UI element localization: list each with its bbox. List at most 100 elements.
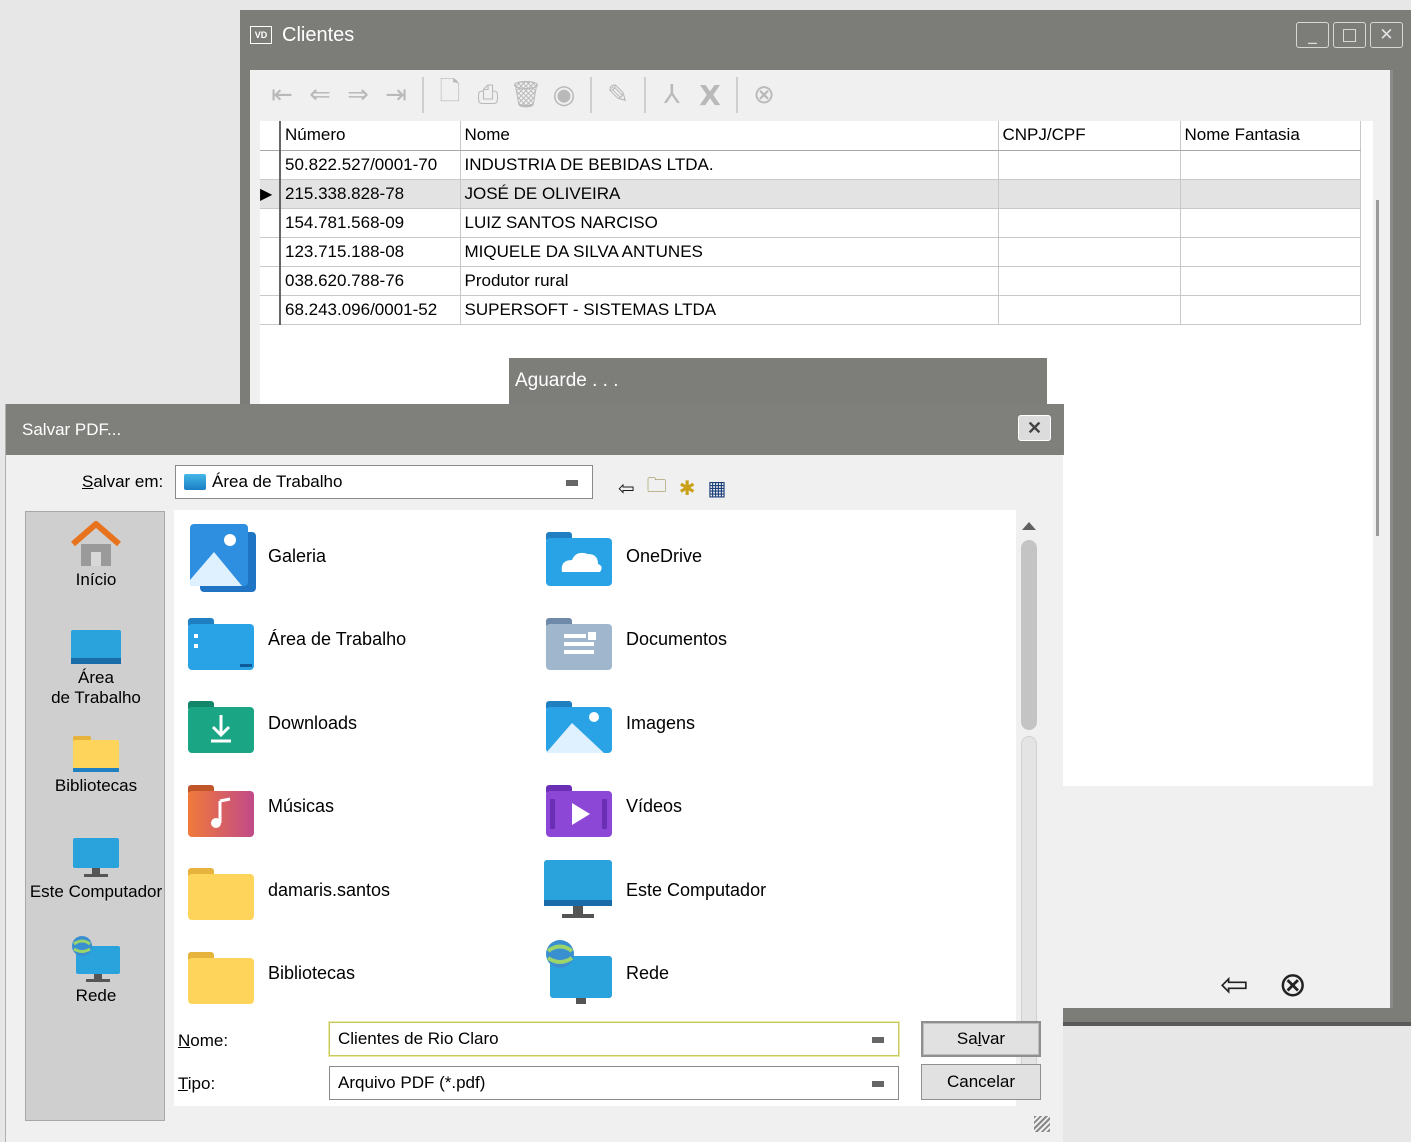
excel-icon[interactable]: X [692, 78, 728, 112]
cell-numero[interactable]: 154.781.568-09 [280, 208, 461, 238]
dropdown-icon[interactable] [872, 1081, 884, 1087]
cell-nome[interactable]: Produtor rural [460, 266, 999, 296]
up-folder-icon[interactable]: 🗀 [647, 471, 667, 505]
cell-numero[interactable]: 50.822.527/0001-70 [280, 150, 461, 180]
save-dialog-title-bar[interactable]: Salvar PDF... [6, 404, 1064, 455]
list-item[interactable]: Músicas [184, 771, 334, 843]
list-item[interactable]: Bibliotecas [184, 938, 355, 1010]
list-item[interactable]: Galeria [184, 520, 326, 592]
cell-numero[interactable]: 123.715.188-08 [280, 237, 461, 267]
file-list: Galeria OneDrive Área de Trabalho Documento… [174, 510, 1016, 1106]
table-row[interactable]: 68.243.096/0001-52 SUPERSOFT - SISTEMAS L… [260, 295, 1361, 325]
file-list-scrollbar[interactable] [1016, 510, 1042, 1106]
last-icon[interactable]: ⇥ [378, 78, 414, 112]
list-item[interactable]: Documentos [542, 604, 727, 676]
cell-nome[interactable]: MIQUELE DA SILVA ANTUNES [460, 237, 999, 267]
cell-nome[interactable]: JOSÉ DE OLIVEIRA [460, 179, 999, 209]
type-label: Tipo: [178, 1074, 216, 1093]
list-item[interactable]: Área de Trabalho [184, 604, 406, 676]
place-label: Início [75, 570, 117, 589]
edit-icon[interactable]: ✎ [600, 78, 636, 112]
place-home[interactable]: Início [26, 520, 166, 590]
cell-nome[interactable]: SUPERSOFT - SISTEMAS LTDA [460, 295, 999, 325]
col-numero[interactable]: Número [280, 121, 461, 151]
aguarde-dialog: Aguarde . . . [509, 358, 1047, 404]
cell-cnpj[interactable] [998, 179, 1181, 209]
close-circle-icon[interactable]: ⊗ [1279, 965, 1308, 1005]
list-item[interactable]: Downloads [184, 687, 357, 759]
libraries-folder-icon [184, 938, 256, 1010]
new-folder-icon[interactable]: ✱ [679, 476, 696, 500]
back-icon[interactable]: ⇦ [618, 476, 635, 500]
dropdown-icon[interactable] [872, 1037, 884, 1043]
list-item[interactable]: OneDrive [542, 520, 702, 592]
file-type-value: Arquivo PDF (*.pdf) [338, 1073, 486, 1092]
cell-cnpj[interactable] [998, 237, 1181, 267]
cell-fantasia[interactable] [1180, 208, 1361, 238]
row-indicator [260, 237, 281, 267]
cell-fantasia[interactable] [1180, 266, 1361, 296]
cell-fantasia[interactable] [1180, 295, 1361, 325]
place-computer[interactable]: Este Computador [26, 836, 166, 902]
resize-grip-icon[interactable] [1034, 1116, 1050, 1132]
list-item[interactable]: Vídeos [542, 771, 682, 843]
maximize-icon[interactable]: □ [1333, 22, 1366, 48]
delete-icon[interactable]: 🗑 [508, 78, 544, 112]
col-nome[interactable]: Nome [460, 121, 999, 151]
back-arrow-icon[interactable]: ⇦ [1220, 965, 1249, 1005]
cell-numero[interactable]: 68.243.096/0001-52 [280, 295, 461, 325]
close-icon[interactable]: ✕ [1018, 415, 1051, 441]
cell-numero[interactable]: 038.620.788-76 [280, 266, 461, 296]
desktop-folder-icon [184, 474, 206, 490]
table-row[interactable]: 154.781.568-09 LUIZ SANTOS NARCISO [260, 208, 1361, 238]
first-icon[interactable]: ⇤ [264, 78, 300, 112]
list-item-label: Imagens [626, 712, 696, 733]
col-fantasia[interactable]: Nome Fantasia [1180, 121, 1361, 151]
scroll-up-icon[interactable] [1022, 522, 1036, 530]
cell-cnpj[interactable] [998, 208, 1181, 238]
cell-cnpj[interactable] [998, 266, 1181, 296]
scroll-thumb[interactable] [1021, 540, 1037, 730]
table-row[interactable]: 038.620.788-76 Produtor rural [260, 266, 1361, 296]
clientes-title-bar[interactable]: VD Clientes [250, 10, 354, 60]
minimize-icon[interactable]: _ [1296, 22, 1329, 48]
view-menu-icon[interactable]: ▦ [708, 476, 727, 500]
list-item[interactable]: damaris.santos [184, 854, 390, 926]
cell-nome[interactable]: LUIZ SANTOS NARCISO [460, 208, 999, 238]
place-desktop[interactable]: Área de Trabalho [26, 628, 166, 708]
save-dialog-title: Salvar PDF... [22, 419, 122, 439]
view-icon[interactable]: ◉ [546, 78, 582, 112]
pdf-icon[interactable]: ⅄ [654, 78, 690, 112]
cell-cnpj[interactable] [998, 150, 1181, 180]
list-item[interactable]: Rede [542, 938, 669, 1010]
cell-fantasia[interactable] [1180, 150, 1361, 180]
grid-scrollbar[interactable] [1376, 200, 1379, 536]
videos-icon [542, 771, 614, 843]
cell-numero[interactable]: 215.338.828-78 [280, 179, 461, 209]
cell-fantasia[interactable] [1180, 179, 1361, 209]
cancel-icon[interactable]: ⊗ [746, 78, 782, 112]
col-cnpj[interactable]: CNPJ/CPF [998, 121, 1181, 151]
cell-cnpj[interactable] [998, 295, 1181, 325]
table-row[interactable]: ▶ 215.338.828-78 JOSÉ DE OLIVEIRA [260, 179, 1361, 209]
save-button[interactable]: Sa l var [921, 1021, 1041, 1057]
table-row[interactable]: 123.715.188-08 MIQUELE DA SILVA ANTUNES [260, 237, 1361, 267]
file-name-input[interactable]: Clientes de Rio Claro [329, 1022, 899, 1056]
save-in-select[interactable]: Área de Trabalho [175, 465, 593, 499]
cell-fantasia[interactable] [1180, 237, 1361, 267]
close-icon[interactable]: ✕ [1370, 22, 1403, 48]
place-network[interactable]: Rede [26, 936, 166, 1006]
file-type-select[interactable]: Arquivo PDF (*.pdf) [329, 1066, 899, 1100]
place-libraries[interactable]: Bibliotecas [26, 734, 166, 796]
previous-icon[interactable]: ⇐ [302, 78, 338, 112]
list-item[interactable]: Este Computador [542, 854, 766, 926]
next-icon[interactable]: ⇒ [340, 78, 376, 112]
cell-nome[interactable]: INDUSTRIA DE BEBIDAS LTDA. [460, 150, 999, 180]
new-document-icon[interactable]: 🗋 [432, 77, 468, 112]
cancel-button[interactable]: Cancelar [921, 1064, 1041, 1100]
name-label: Nome: [178, 1031, 229, 1050]
print-icon[interactable]: ⎙ [470, 78, 506, 112]
list-item[interactable]: Imagens [542, 687, 695, 759]
computer-icon [542, 854, 614, 926]
table-row[interactable]: 50.822.527/0001-70 INDUSTRIA DE BEBIDAS L… [260, 150, 1361, 180]
